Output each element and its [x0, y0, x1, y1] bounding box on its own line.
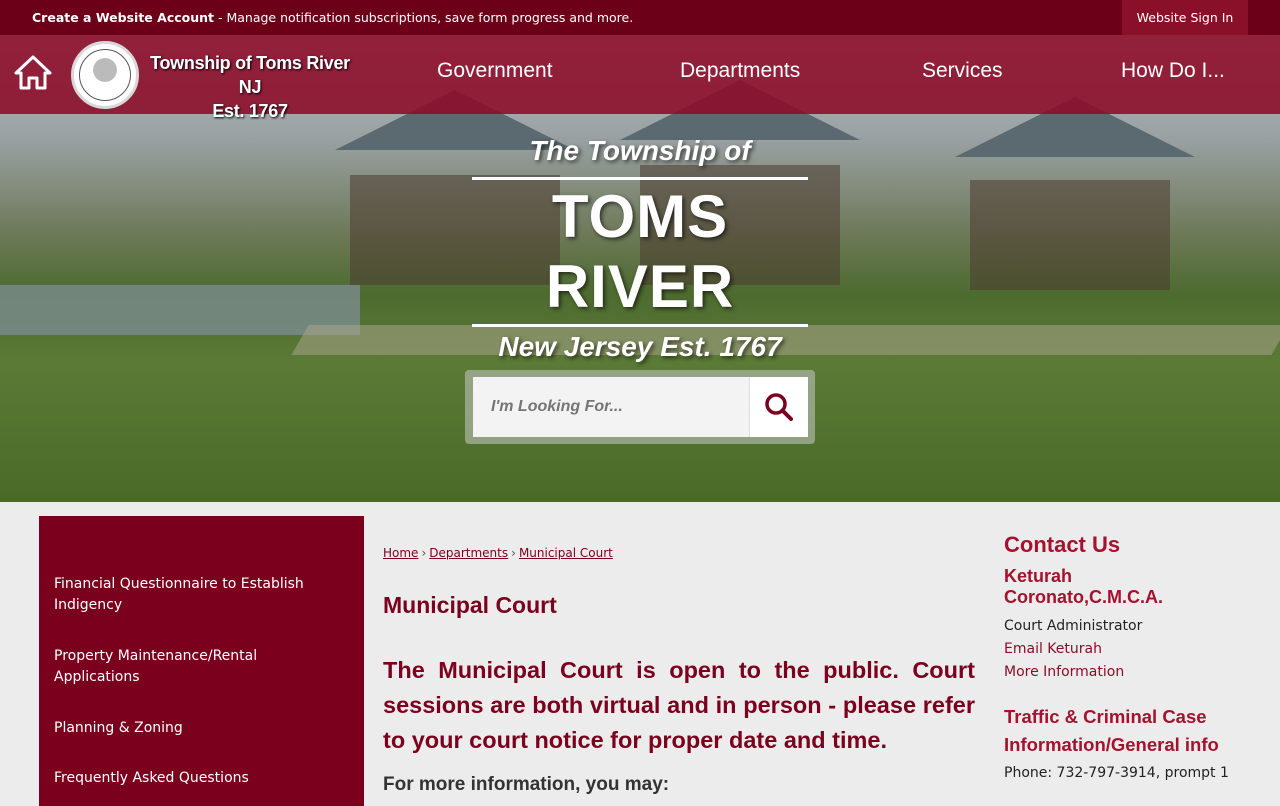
breadcrumb-municipal-court[interactable]: Municipal Court	[519, 546, 613, 560]
gazebo-base	[970, 180, 1170, 290]
sidebar-item-financial-questionnaire[interactable]: Financial Questionnaire to Establish Ind…	[54, 574, 344, 616]
nav-government[interactable]: Government	[437, 59, 553, 83]
home-icon[interactable]	[14, 55, 52, 91]
hero-title-line-2: TOMS RIVER	[545, 183, 735, 320]
email-keturah-link[interactable]: Email Keturah	[1004, 641, 1234, 657]
traffic-criminal-heading: Traffic & Criminal Case Information/Gene…	[1004, 706, 1219, 755]
brand-line-1: Township of Toms River NJ	[150, 53, 350, 97]
contact-heading: Contact Us	[1004, 532, 1121, 557]
contact-role: Court Administrator	[1004, 618, 1143, 634]
hero-title-line-3: New Jersey Est. 1767	[498, 331, 782, 362]
account-message: Create a Website Account - Manage notifi…	[32, 10, 633, 25]
breadcrumb-home[interactable]: Home	[383, 546, 418, 560]
sidebar-item-planning-zoning[interactable]: Planning & Zoning	[54, 718, 344, 739]
more-info-heading: For more information, you may:	[383, 774, 670, 795]
hero-divider	[472, 324, 808, 327]
more-information-link[interactable]: More Information	[1004, 664, 1234, 680]
account-message-text: - Manage notification subscriptions, sav…	[214, 10, 634, 25]
contact-panel: Contact Us Keturah Coronato,C.M.C.A. Cou…	[1004, 532, 1234, 784]
top-bar: Create a Website Account - Manage notifi…	[0, 0, 1280, 35]
township-seal-logo[interactable]	[71, 41, 139, 109]
hero-title: The Township of TOMS RIVER New Jersey Es…	[472, 135, 808, 363]
nav-services[interactable]: Services	[922, 59, 1003, 83]
breadcrumb: Home › Departments › Municipal Court	[383, 546, 613, 560]
breadcrumb-departments[interactable]: Departments	[429, 546, 508, 560]
township-brand[interactable]: Township of Toms River NJ Est. 1767	[150, 51, 350, 123]
sidebar-item-faq[interactable]: Frequently Asked Questions	[54, 768, 344, 789]
page-title: Municipal Court	[383, 592, 557, 618]
sidebar-menu: Financial Questionnaire to Establish Ind…	[39, 516, 364, 806]
contact-name: Keturah Coronato,C.M.C.A.	[1004, 566, 1163, 607]
search-input[interactable]	[473, 377, 749, 437]
search-icon	[765, 393, 793, 421]
nav-how-do-i[interactable]: How Do I...	[1121, 59, 1225, 83]
nav-departments[interactable]: Departments	[680, 59, 800, 83]
create-account-link[interactable]: Create a Website Account	[32, 10, 214, 25]
search-box	[465, 370, 815, 444]
contact-phone: Phone: 732-797-3914, prompt 1	[1004, 765, 1229, 781]
sidebar-item-property-maintenance[interactable]: Property Maintenance/Rental Applications	[54, 646, 344, 688]
main-navigation: Township of Toms River NJ Est. 1767 Gove…	[0, 35, 1280, 121]
search-button[interactable]	[749, 377, 808, 437]
hero-divider	[472, 177, 808, 180]
brand-line-2: Est. 1767	[212, 101, 288, 121]
court-notice: The Municipal Court is open to the publi…	[383, 657, 975, 753]
website-sign-in-button[interactable]: Website Sign In	[1122, 0, 1248, 35]
main-content: Home › Departments › Municipal Court Municip…	[383, 540, 975, 795]
hero-title-line-1: The Township of	[529, 135, 751, 166]
